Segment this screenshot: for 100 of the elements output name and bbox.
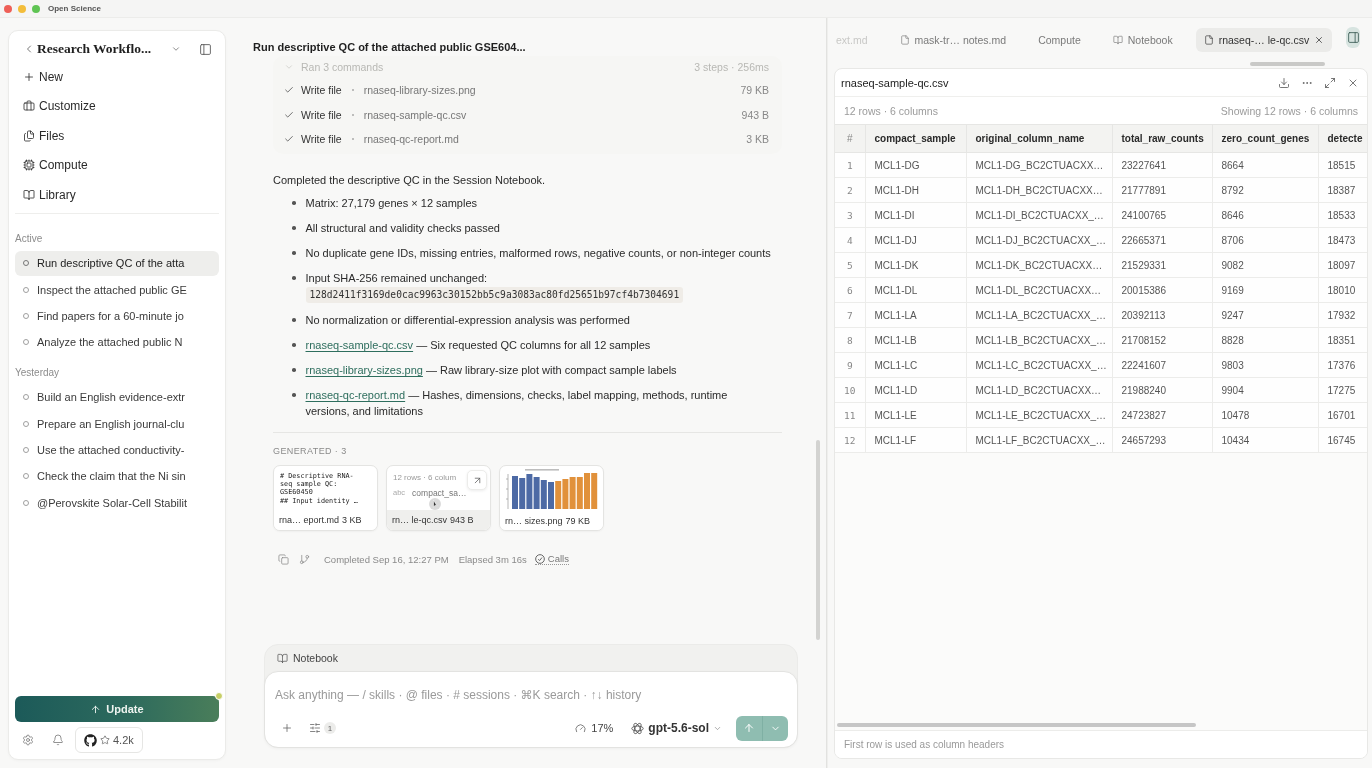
close-icon[interactable]	[1314, 35, 1325, 45]
project-title[interactable]: Research Workflo...	[37, 42, 152, 56]
send-button[interactable]	[736, 715, 762, 741]
file-link[interactable]: rnaseq-qc-report.md	[305, 389, 406, 401]
nav-item[interactable]: Compute	[15, 150, 219, 180]
plus-icon[interactable]	[281, 722, 293, 734]
settings-icon[interactable]	[22, 734, 34, 746]
tool-group-label: Ran 3 commands	[301, 61, 384, 73]
list-item-text: rnaseq-qc-report.md — Hashes, dimensions, checks, label mapping, methods, runtime versions, and limitations	[305, 389, 728, 417]
step-action: Write file	[301, 133, 342, 146]
file-tab[interactable]: Notebook	[1103, 28, 1182, 52]
table-cell: 22665371	[1112, 227, 1212, 253]
file-size: 943 B	[450, 515, 474, 525]
chevron-down-icon[interactable]	[171, 44, 181, 54]
generated-heading: GENERATED · 3	[273, 446, 348, 456]
sidebar-toggle-icon[interactable]	[199, 42, 212, 56]
table-cell: MCL1-LD	[865, 377, 966, 403]
send-options-button[interactable]	[762, 715, 788, 741]
session-item[interactable]: @Perovskite Solar-Cell Stabilit	[15, 489, 219, 516]
file-card[interactable]: rn… sizes.png 79 KB	[499, 465, 604, 531]
table-cell: 8828	[1212, 327, 1318, 353]
nav-item[interactable]: New	[15, 62, 219, 92]
chart-axis	[505, 473, 509, 510]
row-number: 3	[835, 202, 865, 228]
model-selector[interactable]: gpt-5.6-sol	[631, 721, 722, 735]
session-item[interactable]: Build an English evidence-extr	[15, 384, 219, 411]
file-tab[interactable]: mask-tr… notes.md	[890, 28, 1016, 52]
file-link[interactable]: rnaseq-sample-qc.csv	[305, 339, 414, 351]
bullet-icon	[292, 251, 296, 255]
session-item[interactable]: Prepare an English journal-clu	[15, 411, 219, 437]
column-header[interactable]: total_raw_counts	[1112, 124, 1212, 153]
branch-icon[interactable]	[299, 553, 310, 565]
scrollbar-thumb[interactable]	[816, 440, 820, 640]
row-number: 9	[835, 352, 865, 378]
horizontal-scrollbar-thumb[interactable]	[837, 723, 1196, 727]
list-item-text: rnaseq-sample-qc.csv — Six requested QC columns for all 12 samples	[305, 339, 651, 351]
list-item-text: rnaseq-library-sizes.png — Raw library-size plot with compact sample labels	[305, 364, 677, 376]
row-number: 5	[835, 252, 865, 278]
column-header[interactable]: zero_count_genes	[1212, 124, 1318, 153]
row-number: 1	[835, 152, 865, 178]
table-cell: 8664	[1212, 152, 1318, 178]
expand-icon[interactable]	[1324, 76, 1336, 89]
update-button[interactable]: Update	[15, 696, 219, 722]
message-input[interactable]: Ask anything — / skills · @ files · # sessions · ⌘K search · ↑↓ history	[275, 686, 788, 704]
table-cell: 20392113	[1112, 302, 1212, 328]
bullet-icon	[292, 318, 296, 322]
calls-link[interactable]: Calls	[534, 553, 569, 565]
column-header[interactable]: detecte	[1318, 124, 1367, 153]
copy-icon[interactable]	[278, 553, 289, 565]
nav-item[interactable]: Customize	[15, 91, 219, 121]
open-button[interactable]	[467, 470, 487, 490]
session-item[interactable]: Use the attached conductivity-	[15, 437, 219, 463]
table-cell: MCL1-DG	[865, 152, 966, 178]
file-tab[interactable]: Compute	[1029, 28, 1090, 52]
table-cell: 21777891	[1112, 177, 1212, 203]
minimize-window-button[interactable]	[18, 4, 26, 13]
table-cell: 9803	[1212, 352, 1318, 378]
table-cell: MCL1-DJ_BC2CTUACXX_…	[966, 227, 1112, 253]
close-window-button[interactable]	[4, 4, 12, 13]
column-header[interactable]: original_column_name	[966, 124, 1112, 153]
session-item[interactable]: Inspect the attached public GE	[15, 276, 219, 303]
table-cell: 24100765	[1112, 202, 1212, 228]
flower-logo-icon	[631, 721, 645, 735]
table-cell: 24657293	[1112, 427, 1212, 453]
section-heading: Active	[15, 233, 44, 245]
table-cell: MCL1-LB	[865, 327, 966, 353]
table-cell: MCL1-DI_BC2CTUACXX_…	[966, 202, 1112, 228]
tab-scrollbar-thumb[interactable]	[1250, 62, 1325, 66]
sliders-icon[interactable]	[309, 722, 321, 734]
table-cell: MCL1-DL_BC2CTUACXX…	[966, 277, 1112, 303]
book-icon	[1112, 35, 1123, 45]
book-icon	[23, 188, 35, 201]
step-size: 943 B	[741, 108, 769, 121]
nav-item[interactable]: Files	[15, 121, 219, 151]
session-item[interactable]: Run descriptive QC of the atta	[15, 250, 219, 276]
github-stars-button[interactable]: 4.2k	[75, 727, 143, 753]
panel-toggle-button[interactable]	[1346, 27, 1360, 48]
maximize-window-button[interactable]	[32, 4, 40, 13]
row-number: 8	[835, 327, 865, 353]
list-item-text: Input SHA-256 remained unchanged:	[305, 272, 488, 284]
nav-item[interactable]: Library	[15, 180, 219, 210]
table-cell: MCL1-LA	[865, 302, 966, 328]
table-cell: MCL1-LE	[865, 402, 966, 428]
file-link[interactable]: rnaseq-library-sizes.png	[305, 364, 423, 376]
file-size: 3 KB	[342, 515, 362, 525]
chevron-down-icon[interactable]	[284, 62, 294, 72]
download-icon[interactable]	[1278, 76, 1290, 89]
session-item[interactable]: Analyze the attached public N	[15, 329, 219, 355]
step-file: rnaseq-qc-report.md	[363, 133, 459, 146]
window-title: Open Science	[48, 4, 101, 13]
session-item[interactable]: Find papers for a 60-minute jo	[15, 303, 219, 329]
file-tab[interactable]: rnaseq-… le-qc.csv	[1195, 28, 1333, 52]
table-cell: MCL1-LA_BC2CTUACXX_…	[966, 302, 1112, 328]
bell-icon[interactable]	[52, 734, 64, 746]
context-label[interactable]: Notebook	[293, 652, 338, 664]
showing-summary: Showing 12 rows · 6 columns	[1220, 104, 1358, 117]
arrow-up-icon	[743, 722, 755, 734]
session-item[interactable]: Check the claim that the Ni sin	[15, 463, 219, 490]
column-header[interactable]: compact_sample	[865, 124, 966, 153]
table-cell: MCL1-LC_BC2CTUACXX_…	[966, 352, 1112, 378]
